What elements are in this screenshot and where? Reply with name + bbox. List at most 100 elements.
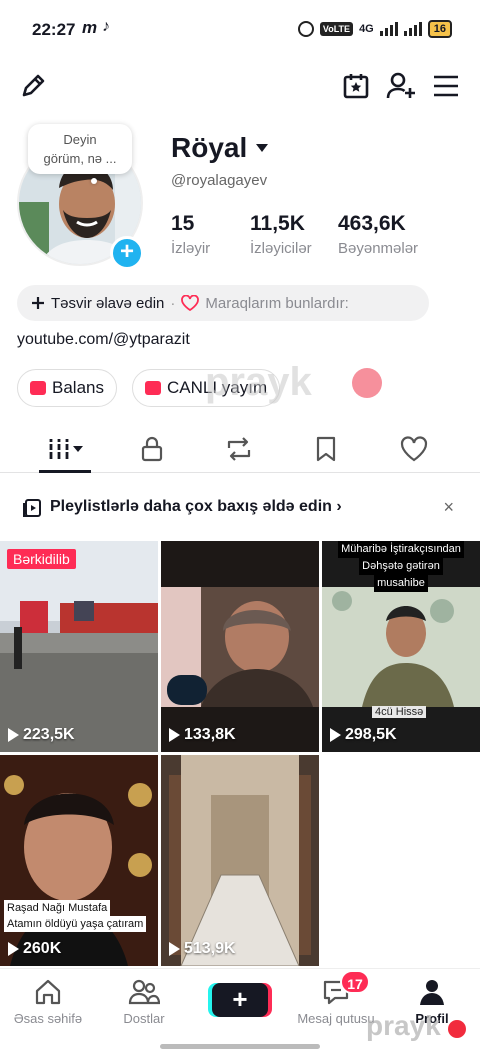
video-tile[interactable]: 133,8K bbox=[161, 541, 319, 752]
tab-favorites[interactable] bbox=[306, 431, 346, 467]
video-tile[interactable]: 513,9K bbox=[161, 755, 319, 966]
balance-chip[interactable]: Balans bbox=[17, 369, 117, 407]
heart-icon bbox=[181, 295, 200, 311]
profile-link[interactable]: youtube.com/@ytparazit bbox=[17, 331, 190, 349]
video-thumbnail bbox=[161, 755, 319, 966]
add-story-plus-icon[interactable]: + bbox=[110, 236, 144, 270]
video-views: 223,5K bbox=[8, 726, 75, 744]
watermark: prayk bbox=[366, 1010, 441, 1041]
nav-friends[interactable]: Dostlar bbox=[96, 977, 192, 1026]
tiktok-notification-icon: ♪ bbox=[102, 18, 110, 35]
caption-line: musahibe bbox=[374, 575, 428, 592]
pinned-badge: Bərkidilib bbox=[7, 549, 76, 569]
views-count: 513,9K bbox=[184, 940, 236, 957]
signal-icon bbox=[379, 22, 398, 36]
status-bar: 22:27 m ♪ VoLTE 4G 16 bbox=[0, 0, 480, 60]
tab-reposts[interactable] bbox=[219, 431, 259, 467]
views-count: 260K bbox=[23, 940, 62, 957]
video-thumbnail bbox=[161, 541, 319, 752]
profile-tabs bbox=[0, 425, 480, 473]
playlist-promo-banner[interactable]: Pleylistlərlə daha çox baxış əldə edin ›… bbox=[0, 489, 480, 525]
profile-handle: @royalagayev bbox=[171, 172, 268, 189]
friends-icon bbox=[128, 979, 160, 1005]
stat-likes-label: Bəyənmələr bbox=[338, 240, 419, 257]
watermark-dot bbox=[448, 1020, 466, 1038]
edit-pencil-icon[interactable] bbox=[13, 66, 53, 106]
note-bubble-line-2: görüm, nə ... bbox=[43, 151, 117, 166]
video-caption: Raşad Nağı Mustafa Atamın öldüyü yaşa ça… bbox=[4, 900, 147, 932]
stat-followers[interactable]: 11,5K İzləyicilər bbox=[250, 212, 312, 257]
play-icon bbox=[8, 942, 19, 956]
status-time: 22:27 bbox=[32, 20, 76, 39]
nav-home[interactable]: Əsas səhifə bbox=[0, 977, 96, 1026]
video-caption: Müharibə İştirakçısından Dəhşətə gətirən… bbox=[322, 541, 480, 592]
home-indicator bbox=[160, 1044, 320, 1049]
video-tile[interactable]: Bərkidilib 223,5K bbox=[0, 541, 158, 752]
watermark: prayk bbox=[205, 360, 312, 404]
nav-friends-label: Dostlar bbox=[123, 1011, 165, 1026]
views-count: 298,5K bbox=[345, 726, 397, 743]
stat-following-label: İzləyir bbox=[171, 240, 211, 257]
playlist-icon bbox=[23, 499, 41, 517]
add-friend-icon[interactable] bbox=[382, 66, 422, 106]
grid-videos-icon bbox=[47, 439, 83, 459]
chevron-right-icon: › bbox=[336, 498, 342, 515]
network-type: 4G bbox=[359, 23, 374, 35]
views-count: 133,8K bbox=[184, 726, 236, 743]
play-icon bbox=[330, 728, 341, 742]
note-bubble-tail bbox=[91, 178, 97, 184]
create-button[interactable]: + bbox=[212, 983, 268, 1017]
views-count: 223,5K bbox=[23, 726, 75, 743]
video-tile[interactable]: Raşad Nağı Mustafa Atamın öldüyü yaşa ça… bbox=[0, 755, 158, 966]
bio-pill[interactable]: Təsvir əlavə edin · Maraqlarım bunlardır… bbox=[17, 285, 429, 321]
tab-liked[interactable] bbox=[394, 431, 434, 467]
username-text: Röyal bbox=[171, 132, 248, 163]
interests-button[interactable]: Maraqlarım bunlardır: bbox=[205, 295, 348, 312]
stat-followers-value: 11,5K bbox=[250, 212, 305, 235]
part-label: 4cü Hissə bbox=[372, 706, 427, 718]
tab-videos[interactable] bbox=[45, 431, 85, 467]
video-views: 298,5K bbox=[330, 726, 397, 744]
lock-icon bbox=[141, 436, 163, 462]
nav-home-label: Əsas səhifə bbox=[13, 1011, 83, 1026]
wallet-icon bbox=[30, 381, 46, 395]
stat-followers-label: İzləyicilər bbox=[250, 240, 312, 257]
video-views: 260K bbox=[8, 940, 61, 958]
status-icons: VoLTE 4G 16 bbox=[297, 20, 452, 38]
mail-notification-icon: m bbox=[82, 18, 98, 37]
play-icon bbox=[169, 728, 180, 742]
battery-icon: 16 bbox=[427, 20, 452, 38]
alarm-icon bbox=[297, 21, 314, 37]
stat-following-value: 15 bbox=[171, 212, 195, 235]
caption-line: Müharibə İştirakçısından bbox=[338, 541, 464, 558]
caption-line: Raşad Nağı Mustafa bbox=[4, 900, 111, 916]
balance-chip-label: Balans bbox=[52, 378, 104, 397]
note-bubble-line-1: Deyin bbox=[63, 132, 97, 147]
menu-hamburger-icon[interactable] bbox=[426, 66, 466, 106]
play-icon bbox=[169, 942, 180, 956]
video-tile[interactable]: Müharibə İştirakçısından Dəhşətə gətirən… bbox=[322, 541, 480, 752]
volte-icon: VoLTE bbox=[319, 22, 354, 36]
caption-line: Dəhşətə gətirən bbox=[359, 558, 443, 575]
repost-icon bbox=[227, 437, 251, 461]
chevron-down-icon bbox=[256, 144, 269, 152]
video-views: 513,9K bbox=[169, 940, 236, 958]
live-icon bbox=[145, 381, 161, 395]
note-bubble[interactable]: Deyin görüm, nə ... bbox=[28, 124, 132, 174]
close-icon[interactable]: × bbox=[443, 497, 454, 518]
stat-likes-value: 463,6K bbox=[338, 212, 406, 235]
inbox-badge: 17 bbox=[340, 970, 370, 994]
tab-private[interactable] bbox=[132, 431, 172, 467]
watermark-dot bbox=[352, 368, 382, 398]
add-bio-button[interactable]: Təsvir əlavə edin bbox=[51, 295, 164, 312]
play-icon bbox=[8, 728, 19, 742]
plus-icon bbox=[32, 297, 44, 309]
video-thumbnail bbox=[0, 541, 158, 752]
profile-username[interactable]: Röyal bbox=[171, 132, 269, 164]
promo-text: Pleylistlərlə daha çox baxış əldə edin › bbox=[50, 498, 342, 516]
calendar-star-icon[interactable] bbox=[336, 66, 376, 106]
heart-outline-icon bbox=[400, 436, 428, 462]
stat-following[interactable]: 15 İzləyir bbox=[171, 212, 210, 257]
stat-likes[interactable]: 463,6K Bəyənmələr bbox=[338, 212, 418, 257]
signal-2-icon bbox=[403, 22, 422, 36]
